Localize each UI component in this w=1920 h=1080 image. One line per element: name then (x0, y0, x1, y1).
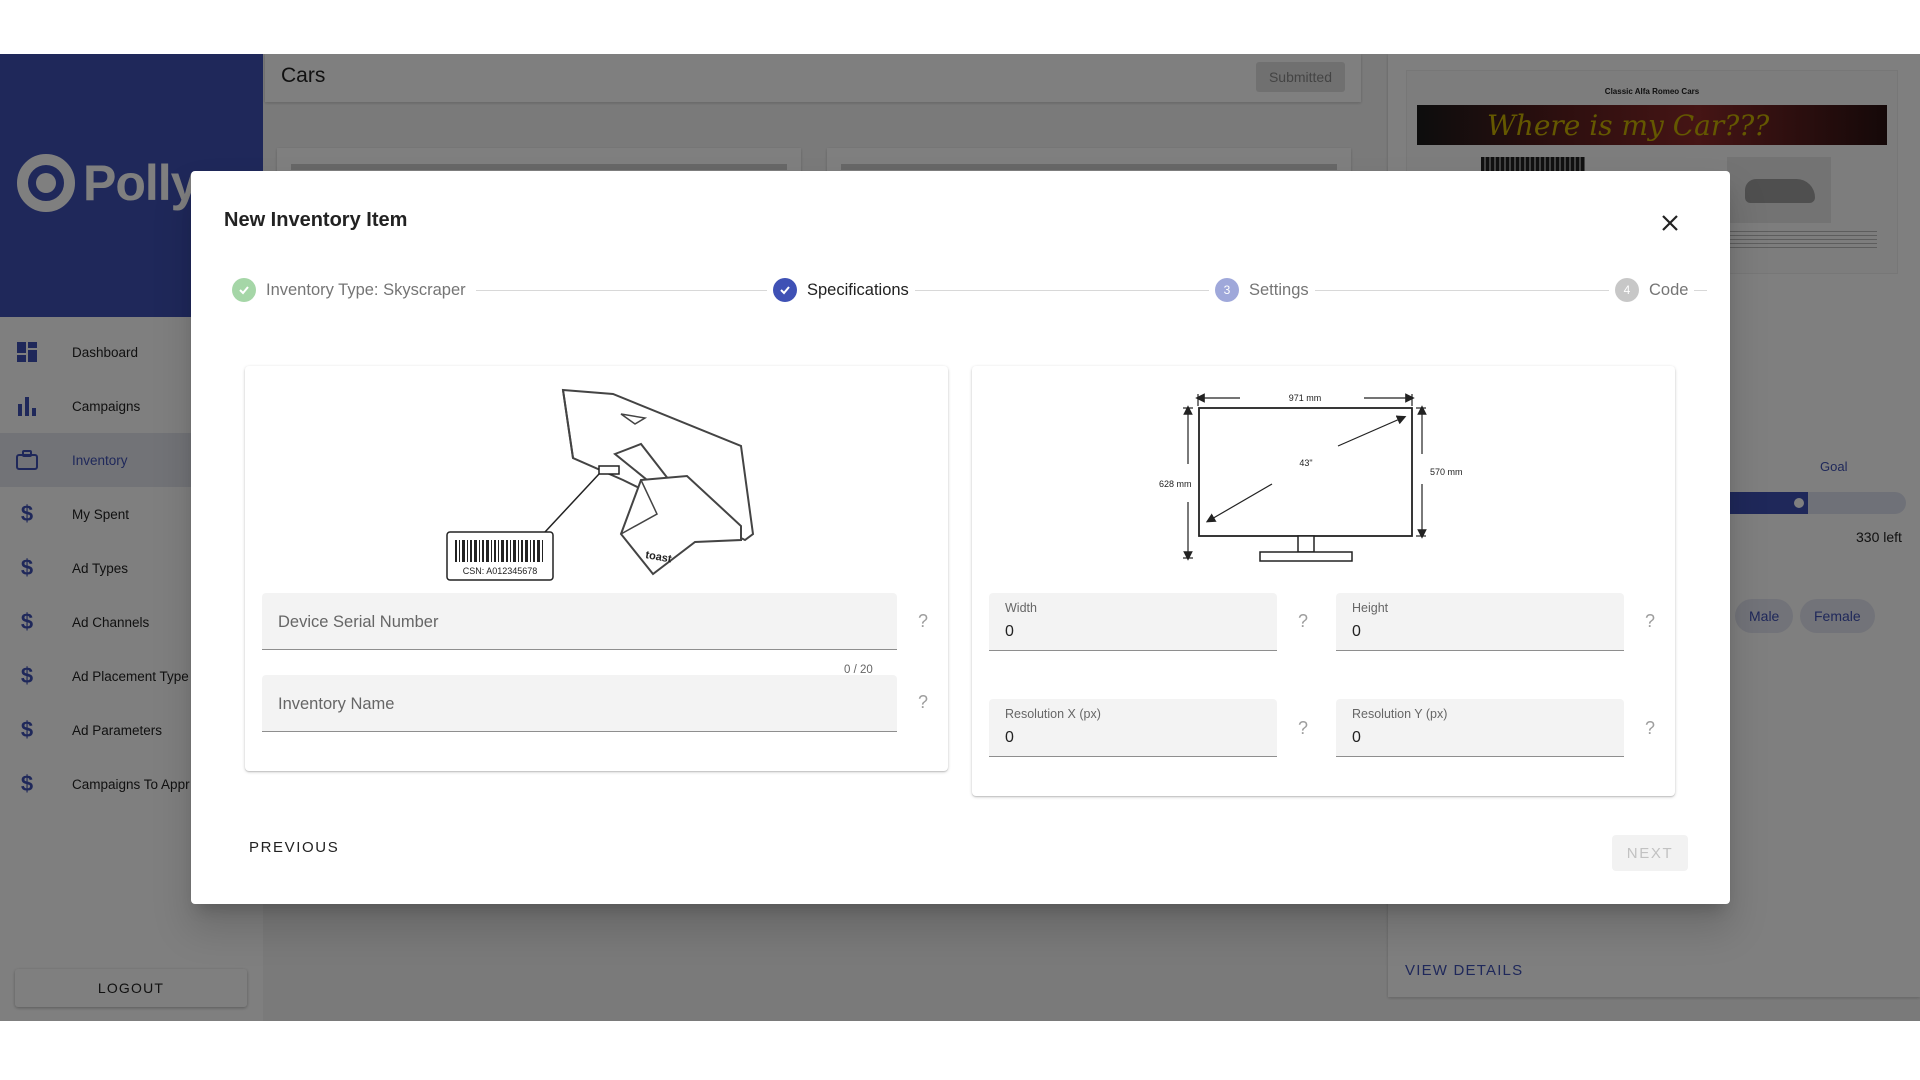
inner-height-dimension-label: 570 mm (1430, 467, 1463, 477)
step-label: Code (1649, 280, 1689, 299)
width-field[interactable]: Width 0 (989, 593, 1277, 651)
height-value: 0 (1352, 623, 1361, 640)
inventory-name-placeholder: Inventory Name (278, 695, 395, 713)
help-icon[interactable]: ? (1640, 716, 1660, 740)
resolution-x-label: Resolution X (px) (1005, 707, 1101, 721)
step-code[interactable]: 4 Code (1609, 275, 1695, 305)
dialog-title: New Inventory Item (224, 209, 408, 231)
next-button[interactable]: NEXT (1612, 835, 1688, 871)
inventory-name-field[interactable]: Inventory Name (262, 675, 897, 732)
step-number: 4 (1615, 278, 1639, 302)
barcode-text: CSN: A012345678 (463, 566, 538, 576)
height-field[interactable]: Height 0 (1336, 593, 1624, 651)
close-button[interactable] (1654, 207, 1686, 239)
step-number: 3 (1215, 278, 1239, 302)
diagonal-dimension-label: 43" (1299, 458, 1312, 468)
step-specifications[interactable]: Specifications (767, 275, 915, 305)
step-label: Settings (1249, 280, 1309, 299)
help-icon[interactable]: ? (1640, 609, 1660, 633)
resolution-x-field[interactable]: Resolution X (px) 0 (989, 699, 1277, 757)
help-icon[interactable]: ? (1293, 609, 1313, 633)
device-card: toast CSN: A012345678 Device Serial Numb… (245, 366, 948, 771)
width-label: Width (1005, 601, 1037, 615)
help-icon[interactable]: ? (1293, 716, 1313, 740)
resolution-y-value: 0 (1352, 729, 1361, 746)
step-label: Inventory Type: Skyscraper (266, 280, 466, 299)
device-serial-number-placeholder: Device Serial Number (278, 613, 439, 631)
help-icon[interactable]: ? (913, 609, 933, 633)
check-icon (773, 278, 797, 302)
screen-card: 971 mm 43" 628 mm 570 mm Width 0 ? Heigh… (972, 366, 1675, 796)
close-icon (1662, 215, 1678, 231)
outer-height-dimension-label: 628 mm (1159, 479, 1192, 489)
new-inventory-dialog: New Inventory Item Inventory Type: Skysc… (191, 171, 1730, 904)
height-label: Height (1352, 601, 1389, 615)
step-settings[interactable]: 3 Settings (1209, 275, 1315, 305)
check-icon (232, 278, 256, 302)
device-illustration: toast CSN: A012345678 (446, 388, 755, 581)
step-inventory-type[interactable]: Inventory Type: Skyscraper (226, 275, 472, 305)
resolution-x-value: 0 (1005, 729, 1014, 746)
help-icon[interactable]: ? (913, 690, 933, 714)
device-serial-number-field[interactable]: Device Serial Number (262, 593, 897, 650)
screen-dimensions-illustration: 971 mm 43" 628 mm 570 mm (1159, 393, 1463, 562)
width-dimension-label: 971 mm (1289, 393, 1322, 403)
resolution-y-label: Resolution Y (px) (1352, 707, 1448, 721)
stepper: Inventory Type: Skyscraper Specification… (191, 275, 1730, 305)
resolution-y-field[interactable]: Resolution Y (px) 0 (1336, 699, 1624, 757)
previous-button[interactable]: PREVIOUS (249, 839, 339, 856)
step-label: Specifications (807, 280, 909, 299)
width-value: 0 (1005, 623, 1014, 640)
